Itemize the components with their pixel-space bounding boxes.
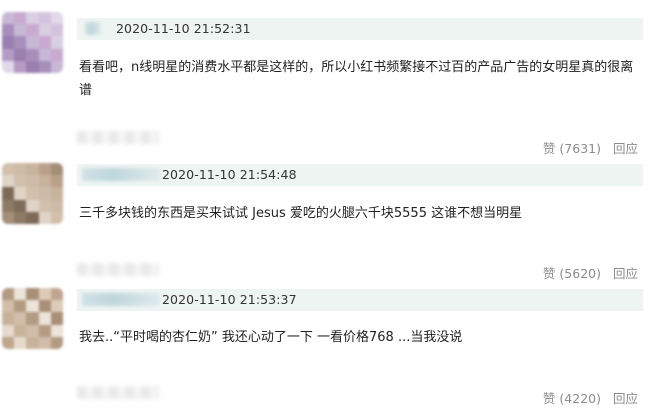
avatar-pixel: [38, 36, 52, 50]
avatar-pixel: [26, 211, 40, 224]
avatar-pixel: [38, 312, 52, 326]
like-label: 赞: [542, 266, 556, 281]
avatar-pixel: [14, 336, 28, 349]
avatar-pixel: [38, 199, 52, 213]
like-button[interactable]: 赞 (4220): [543, 388, 601, 407]
username-blurred[interactable]: [82, 293, 160, 306]
avatar-pixel: [14, 175, 28, 189]
avatar-pixel: [14, 187, 28, 201]
avatar-pixel: [26, 199, 40, 213]
avatar-pixel: [50, 36, 63, 50]
avatar-pixel: [14, 199, 28, 213]
comment-timestamp: 2020-11-10 21:54:48: [162, 167, 297, 182]
avatar-pixel: [26, 24, 40, 38]
like-button[interactable]: 赞 (5620): [543, 263, 601, 282]
like-count: (5620): [559, 266, 601, 281]
avatar-pixel: [38, 324, 52, 338]
avatar-pixel: [26, 60, 40, 73]
avatar-pixel: [38, 60, 52, 73]
avatar-pixel: [50, 336, 63, 349]
like-label: 赞: [542, 141, 556, 156]
avatar-pixel: [50, 175, 63, 189]
comment-item: 2020-11-10 21:53:37 我去..“平时喝的杏仁奶” 我还心动了一…: [0, 284, 663, 412]
comment-list: 2020-11-10 21:52:31 看看吧，n线明星的消费水平都是这样的，所…: [0, 0, 663, 412]
comment-actions: 赞 (5620) 回应: [543, 263, 638, 282]
reply-button[interactable]: 回应: [613, 138, 638, 157]
avatar-pixel: [50, 187, 63, 201]
avatar-pixel: [14, 312, 28, 326]
comment-text: 我去..“平时喝的杏仁奶” 我还心动了一下 一看价格768 ...当我没说: [79, 330, 463, 345]
avatar[interactable]: [2, 288, 63, 349]
avatar-pixel: [26, 187, 40, 201]
like-count: (4220): [559, 391, 601, 406]
avatar-pixel: [26, 312, 40, 326]
avatar-pixel: [50, 312, 63, 326]
comment-text: 三千多块钱的东西是买来试试 Jesus 爱吃的火腿六千块5555 这谁不想当明星: [79, 206, 523, 221]
footer-meta-blurred: [77, 386, 159, 399]
avatar-pixel: [14, 300, 28, 314]
avatar-pixel: [38, 336, 52, 349]
comment-item: 2020-11-10 21:54:48 三千多块钱的东西是买来试试 Jesus …: [0, 160, 663, 284]
avatar-pixel: [50, 60, 63, 73]
like-count: (7631): [559, 141, 601, 156]
avatar-pixel: [26, 324, 40, 338]
avatar-pixel: [38, 187, 52, 201]
comment-item: 2020-11-10 21:52:31 看看吧，n线明星的消费水平都是这样的，所…: [0, 0, 663, 160]
reply-button[interactable]: 回应: [613, 263, 638, 282]
avatar-pixel: [50, 324, 63, 338]
avatar-pixel: [14, 211, 28, 224]
comment-timestamp: 2020-11-10 21:52:31: [116, 21, 251, 36]
avatar-pixel: [50, 199, 63, 213]
avatar-pixel: [14, 60, 28, 73]
avatar-pixel: [38, 48, 52, 62]
avatar-pixel: [14, 48, 28, 62]
comment-actions: 赞 (4220) 回应: [543, 388, 638, 407]
avatar-pixel: [14, 36, 28, 50]
comment-header: 2020-11-10 21:54:48: [77, 164, 643, 186]
avatar-pixel: [26, 48, 40, 62]
avatar-pixel: [38, 175, 52, 189]
comment-timestamp: 2020-11-10 21:53:37: [162, 292, 297, 307]
avatar-pixel: [38, 300, 52, 314]
comment-text: 看看吧，n线明星的消费水平都是这样的，所以小红书频繁接不过百的产品广告的女明星真…: [79, 60, 634, 98]
avatar-pixel: [50, 300, 63, 314]
avatar-pixel: [50, 211, 63, 224]
username-blurred[interactable]: [82, 168, 160, 181]
avatar-pixel: [26, 300, 40, 314]
avatar[interactable]: [2, 12, 63, 73]
like-button[interactable]: 赞 (7631): [543, 138, 601, 157]
like-label: 赞: [542, 391, 556, 406]
avatar-pixel: [14, 324, 28, 338]
avatar-pixel: [26, 175, 40, 189]
comment-actions: 赞 (7631) 回应: [543, 138, 638, 157]
avatar-pixel: [50, 24, 63, 38]
username-blurred[interactable]: [85, 22, 101, 35]
footer-meta-blurred: [77, 131, 159, 144]
comment-header: 2020-11-10 21:53:37: [77, 289, 643, 311]
avatar-pixel: [14, 24, 28, 38]
avatar-pixel: [50, 48, 63, 62]
avatar[interactable]: [2, 163, 63, 224]
avatar-pixel: [38, 211, 52, 224]
avatar-pixel: [26, 36, 40, 50]
avatar-pixel: [38, 24, 52, 38]
avatar-pixel: [26, 336, 40, 349]
reply-button[interactable]: 回应: [613, 388, 638, 407]
comment-header: 2020-11-10 21:52:31: [77, 18, 643, 40]
footer-meta-blurred: [77, 263, 159, 276]
